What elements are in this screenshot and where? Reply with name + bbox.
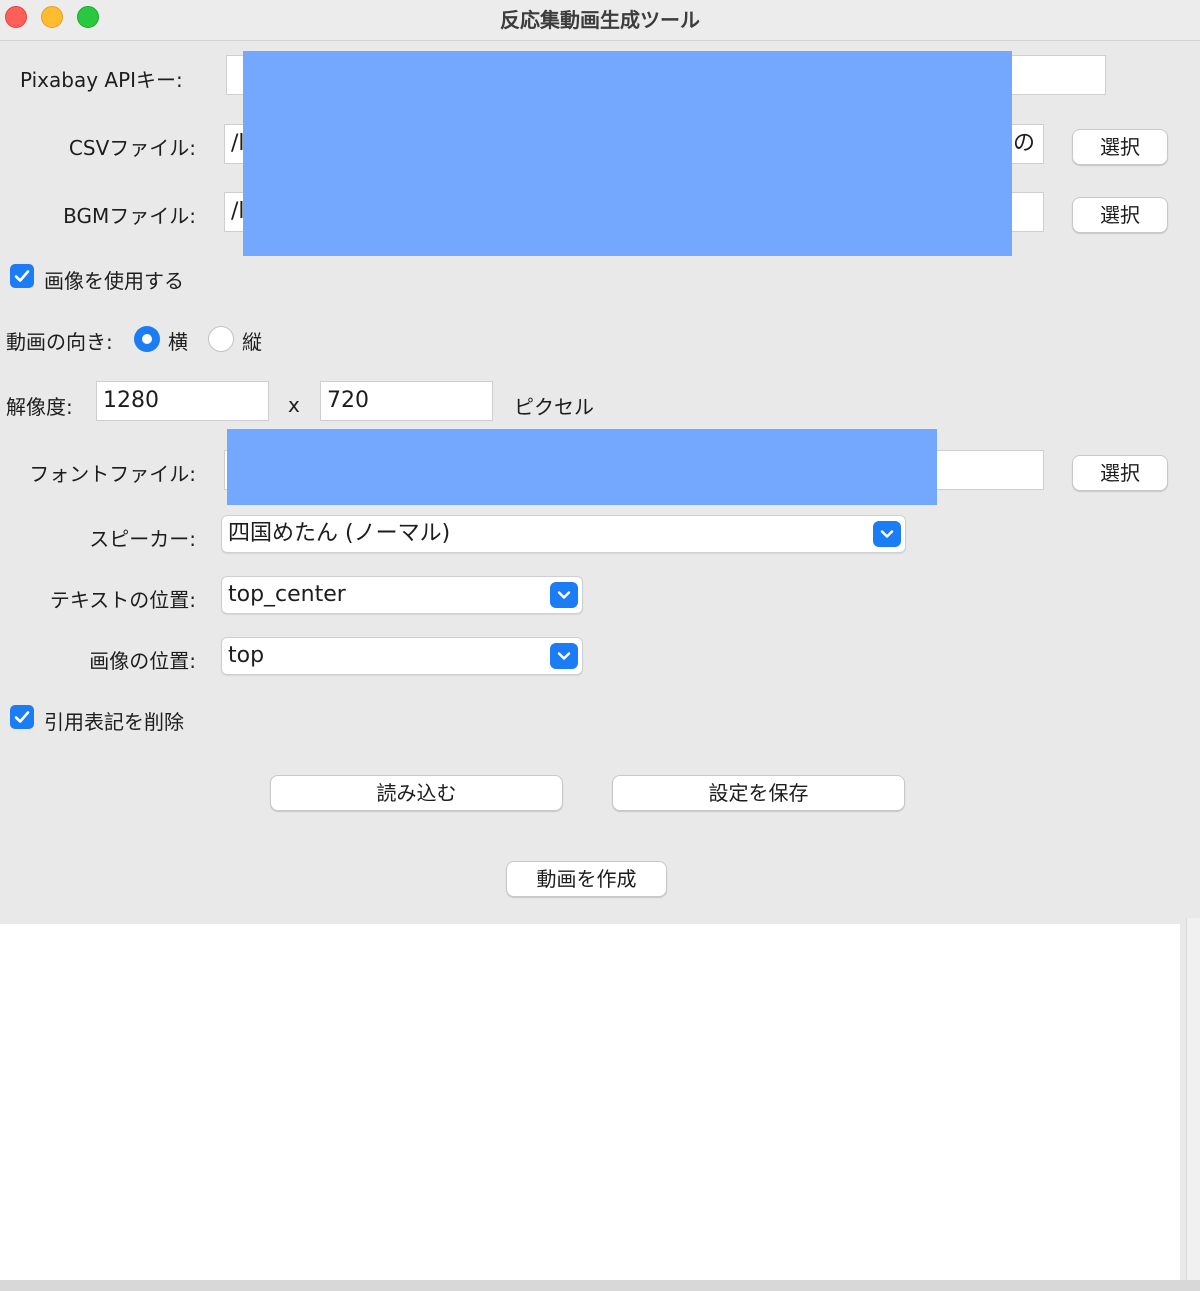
csv-label: CSVファイル: [68,136,196,160]
api-key-label: Pixabay APIキー: [20,68,183,92]
resolution-unit: ピクセル [514,395,594,419]
text-position-value: top_center [228,582,346,607]
chevron-down-icon [550,643,578,669]
resolution-separator: x [288,393,300,417]
csv-path-text-right: の [1012,131,1035,156]
speaker-value: 四国めたん (ノーマル) [228,521,451,546]
window-title: 反応集動画生成ツール [500,8,700,32]
log-output-area[interactable] [0,924,1180,1280]
load-button[interactable]: 読み込む [270,775,563,811]
orientation-portrait-label: 縦 [242,330,262,354]
use-images-label: 画像を使用する [44,269,184,293]
remove-citations-checkbox[interactable] [10,705,34,729]
use-images-checkbox[interactable] [10,264,34,288]
orientation-landscape-radio[interactable] [134,326,160,352]
resolution-label: 解像度: [6,395,73,419]
image-position-label: 画像の位置: [89,649,196,673]
font-select-button[interactable]: 選択 [1072,455,1168,491]
orientation-landscape-label: 横 [168,330,188,354]
font-label: フォントファイル: [29,462,196,486]
remove-citations-label: 引用表記を削除 [44,710,184,734]
title-bar: 反応集動画生成ツール [0,0,1200,41]
bgm-select-button[interactable]: 選択 [1072,197,1168,233]
orientation-portrait-radio[interactable] [208,326,234,352]
chevron-down-icon [550,582,578,608]
checkmark-icon [14,711,30,723]
create-video-button[interactable]: 動画を作成 [506,861,667,897]
resolution-width-input[interactable]: 1280 [96,381,269,421]
save-settings-button[interactable]: 設定を保存 [612,775,905,811]
image-position-value: top [228,643,265,668]
csv-select-button[interactable]: 選択 [1072,129,1168,165]
vertical-scrollbar[interactable] [1186,918,1200,1280]
background-window-strip [0,1280,1200,1291]
text-position-select[interactable]: top_center [221,576,583,614]
orientation-label: 動画の向き: [6,330,113,354]
speaker-label: スピーカー: [89,527,196,551]
resolution-height-input[interactable]: 720 [320,381,493,421]
checkmark-icon [14,270,30,282]
text-position-label: テキストの位置: [49,588,196,612]
bgm-label: BGMファイル: [63,204,196,228]
chevron-down-icon [873,521,901,547]
speaker-select[interactable]: 四国めたん (ノーマル) [221,515,906,553]
redaction-block [227,429,937,505]
image-position-select[interactable]: top [221,637,583,675]
redaction-block [243,51,1012,256]
